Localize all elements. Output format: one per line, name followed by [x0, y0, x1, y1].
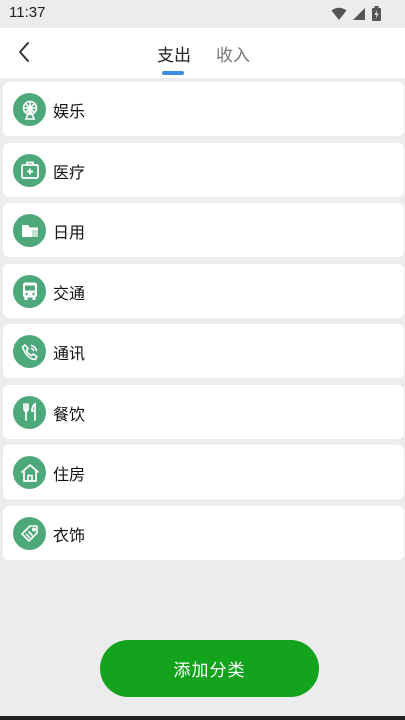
bus-icon [13, 274, 46, 308]
home-indicator [0, 716, 405, 720]
list-item[interactable]: 娱乐 [3, 82, 404, 136]
list-item-label: 医疗 [53, 162, 86, 182]
back-button[interactable] [10, 38, 38, 66]
chevron-left-icon [19, 42, 29, 62]
list-item-label: 娱乐 [53, 102, 86, 121]
status-time: 11:37 [9, 4, 46, 21]
list-item-label: 交通 [53, 283, 86, 303]
tab-indicator [162, 71, 184, 75]
list-item[interactable]: 餐饮 [3, 384, 404, 439]
list-item[interactable]: 日用 [3, 203, 404, 257]
wifi-icon [331, 7, 347, 20]
list-item[interactable]: 衣饰 [3, 505, 404, 560]
list-item[interactable]: 交通 [3, 263, 404, 318]
phone-icon [13, 335, 46, 368]
fork-knife-icon [13, 395, 46, 429]
tag-icon [13, 516, 46, 550]
header: 支出 收入 [0, 28, 405, 78]
list-item[interactable]: 医疗 [3, 142, 404, 197]
folder-icon [13, 214, 46, 247]
add-category-button[interactable]: 添加分类 [100, 640, 319, 697]
list-item[interactable]: 通讯 [3, 324, 404, 378]
status-bar: 11:37 [0, 0, 405, 28]
list-item-label: 住房 [53, 465, 86, 484]
status-icons [331, 6, 381, 21]
list-item-label: 餐饮 [53, 404, 86, 424]
signal-icon [353, 7, 365, 20]
list-item[interactable]: 住房 [3, 445, 404, 499]
tab-expense[interactable]: 支出 [157, 41, 191, 66]
battery-charging-icon [372, 6, 381, 21]
medical-kit-icon [13, 153, 46, 187]
tab-income[interactable]: 收入 [216, 41, 250, 66]
house-icon [13, 456, 46, 489]
list-item-label: 日用 [53, 223, 86, 242]
list-item-label: 通讯 [53, 344, 86, 363]
ferris-wheel-icon [13, 93, 46, 126]
list-item-label: 衣饰 [53, 525, 86, 545]
